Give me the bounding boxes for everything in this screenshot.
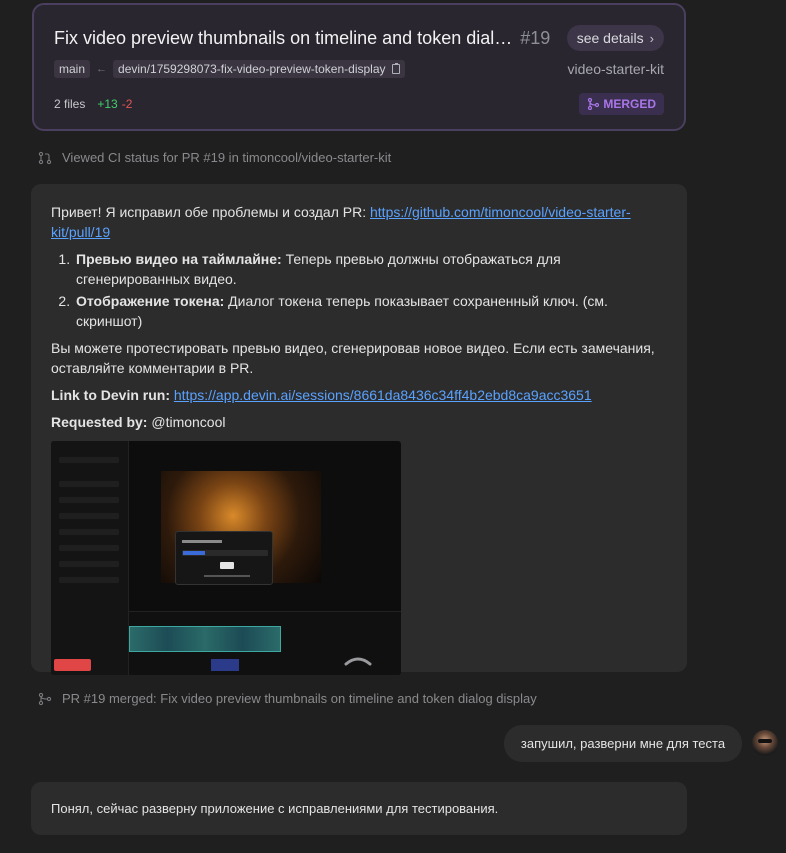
screenshot-error-badge — [54, 659, 91, 671]
pr-title[interactable]: Fix video preview thumbnails on timeline… — [54, 28, 512, 49]
list-item-label: Превью видео на таймлайне: — [76, 251, 282, 267]
merged-label: MERGED — [603, 97, 656, 111]
test-note: Вы можете протестировать превью видео, с… — [51, 340, 655, 376]
activity-text: Viewed CI status for PR #19 in timoncool… — [62, 150, 392, 165]
intro-text: Привет! Я исправил обе проблемы и создал… — [51, 204, 370, 220]
pr-card: Fix video preview thumbnails on timeline… — [32, 3, 686, 131]
screenshot-image[interactable] — [51, 441, 401, 675]
screenshot-sidebar — [51, 441, 129, 675]
pr-stats-row: 2 files +13 -2 MERGED — [54, 93, 664, 115]
intro-paragraph: Привет! Я исправил обе проблемы и создал… — [51, 202, 667, 242]
repo-name: video-starter-kit — [567, 61, 664, 77]
head-branch-label: devin/1759298073-fix-video-preview-token… — [118, 62, 386, 76]
run-link-paragraph: Link to Devin run: https://app.devin.ai/… — [51, 385, 667, 405]
user-message: запушил, разверни мне для теста — [504, 725, 742, 762]
merge-icon — [38, 692, 52, 705]
merge-icon — [588, 98, 600, 110]
additions-count: +13 — [97, 97, 118, 111]
see-details-label: see details — [576, 30, 644, 46]
user-message-text: запушил, разверни мне для теста — [520, 736, 726, 751]
requested-by-user: @timoncool — [151, 414, 226, 430]
assistant-reply: Понял, сейчас разверну приложение с испр… — [31, 782, 687, 835]
requested-by-label: Requested by: — [51, 414, 148, 430]
activity-pr-merged: PR #19 merged: Fix video preview thumbna… — [38, 691, 537, 706]
collapse-icon[interactable] — [343, 654, 373, 666]
files-count: 2 files — [54, 97, 86, 111]
pull-request-icon — [38, 151, 52, 164]
activity-ci-status: Viewed CI status for PR #19 in timoncool… — [38, 150, 391, 165]
pr-branch-row: main ← devin/1759298073-fix-video-previe… — [54, 60, 664, 78]
screenshot-track — [129, 626, 281, 652]
screenshot-token-dialog — [175, 531, 273, 585]
pr-title-row: Fix video preview thumbnails on timeline… — [54, 25, 664, 51]
deletions-count: -2 — [121, 97, 133, 111]
head-branch: devin/1759298073-fix-video-preview-token… — [113, 60, 405, 78]
reply-text: Понял, сейчас разверну приложение с испр… — [51, 801, 499, 816]
see-details-button[interactable]: see details › — [566, 25, 664, 51]
requested-by-paragraph: Requested by: @timoncool — [51, 412, 667, 432]
list-item: Отображение токена: Диалог токена теперь… — [74, 291, 667, 331]
base-branch: main — [54, 60, 91, 78]
copy-icon[interactable] — [391, 63, 400, 74]
avatar[interactable] — [752, 730, 778, 756]
arrow-left-icon: ← — [96, 63, 108, 75]
fix-list: Превью видео на таймлайне: Теперь превью… — [74, 249, 667, 331]
merged-badge: MERGED — [579, 93, 664, 115]
screenshot-clip — [211, 659, 239, 671]
assistant-message: Привет! Я исправил обе проблемы и создал… — [31, 184, 687, 675]
run-link[interactable]: https://app.devin.ai/sessions/8661da8436… — [174, 387, 592, 403]
pr-number: #19 — [520, 27, 551, 48]
chevron-right-icon: › — [649, 30, 654, 46]
run-link-label: Link to Devin run: — [51, 387, 170, 403]
activity-text: PR #19 merged: Fix video preview thumbna… — [62, 691, 537, 706]
list-item: Превью видео на таймлайне: Теперь превью… — [74, 249, 667, 289]
list-item-label: Отображение токена: — [76, 293, 225, 309]
